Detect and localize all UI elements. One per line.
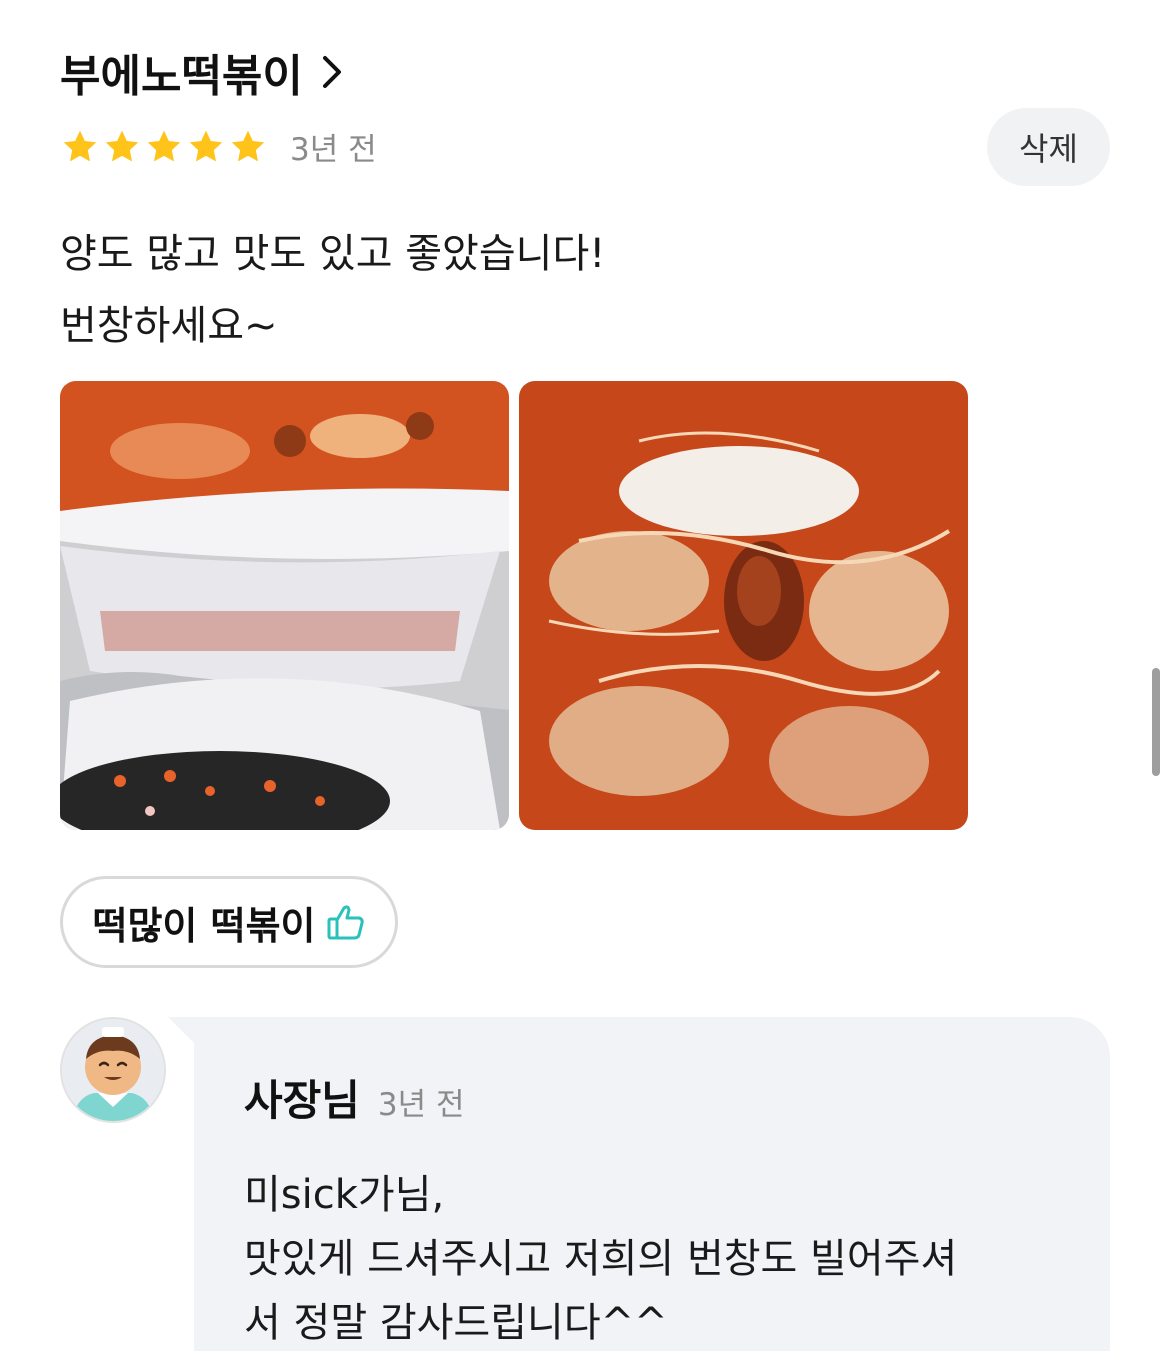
reply-author: 사장님 — [244, 1076, 360, 1125]
delete-button[interactable]: 삭제 — [987, 108, 1110, 186]
owner-reply: 사장님 3년 전 미sick가님, 맛있게 드셔주시고 저희의 번창도 빌어주셔… — [168, 1017, 1110, 1351]
star-icon — [63, 130, 97, 161]
chevron-right-icon — [321, 54, 343, 90]
review-text-line: 번창하세요~ — [60, 303, 278, 349]
liked-menu-chip[interactable]: 떡많이 떡볶이 — [60, 876, 398, 968]
rating-row: 3년 전 — [60, 124, 377, 169]
thumbs-up-icon — [326, 902, 366, 942]
review-photo-2[interactable] — [519, 381, 968, 830]
reply-text-line: 미sick가님, — [244, 1172, 445, 1218]
review-photos — [60, 381, 968, 830]
store-name: 부에노떡볶이 — [60, 51, 303, 102]
star-icon — [189, 130, 223, 161]
star-icon — [105, 130, 139, 161]
review-text: 양도 많고 맛도 있고 좋았습니다! 번창하세요~ — [60, 218, 605, 362]
reply-time: 3년 전 — [377, 1087, 465, 1123]
reply-text-line: 서 정말 감사드립니다^^ — [244, 1300, 668, 1346]
review-photo-1[interactable] — [60, 381, 509, 830]
owner-avatar — [60, 1017, 166, 1123]
reply-text-line: 맛있게 드셔주시고 저희의 번창도 빌어주셔 — [244, 1236, 958, 1282]
reply-header: 사장님 3년 전 — [244, 1067, 465, 1128]
review-page: 부에노떡볶이 3년 전 삭제 양도 많고 맛도 있고 좋았습니다! 번창하세요~ — [0, 0, 1170, 1351]
star-icon — [147, 130, 181, 161]
star-icon — [231, 130, 265, 161]
review-time: 3년 전 — [290, 132, 377, 168]
review-text-line: 양도 많고 맛도 있고 좋았습니다! — [60, 231, 606, 277]
scrollbar[interactable] — [1152, 668, 1160, 776]
liked-menu-name: 떡많이 떡볶이 — [92, 903, 316, 948]
star-rating — [60, 127, 268, 167]
reply-text: 미sick가님, 맛있게 드셔주시고 저희의 번창도 빌어주셔 서 정말 감사드… — [244, 1163, 957, 1351]
store-name-link[interactable]: 부에노떡볶이 — [60, 40, 343, 104]
